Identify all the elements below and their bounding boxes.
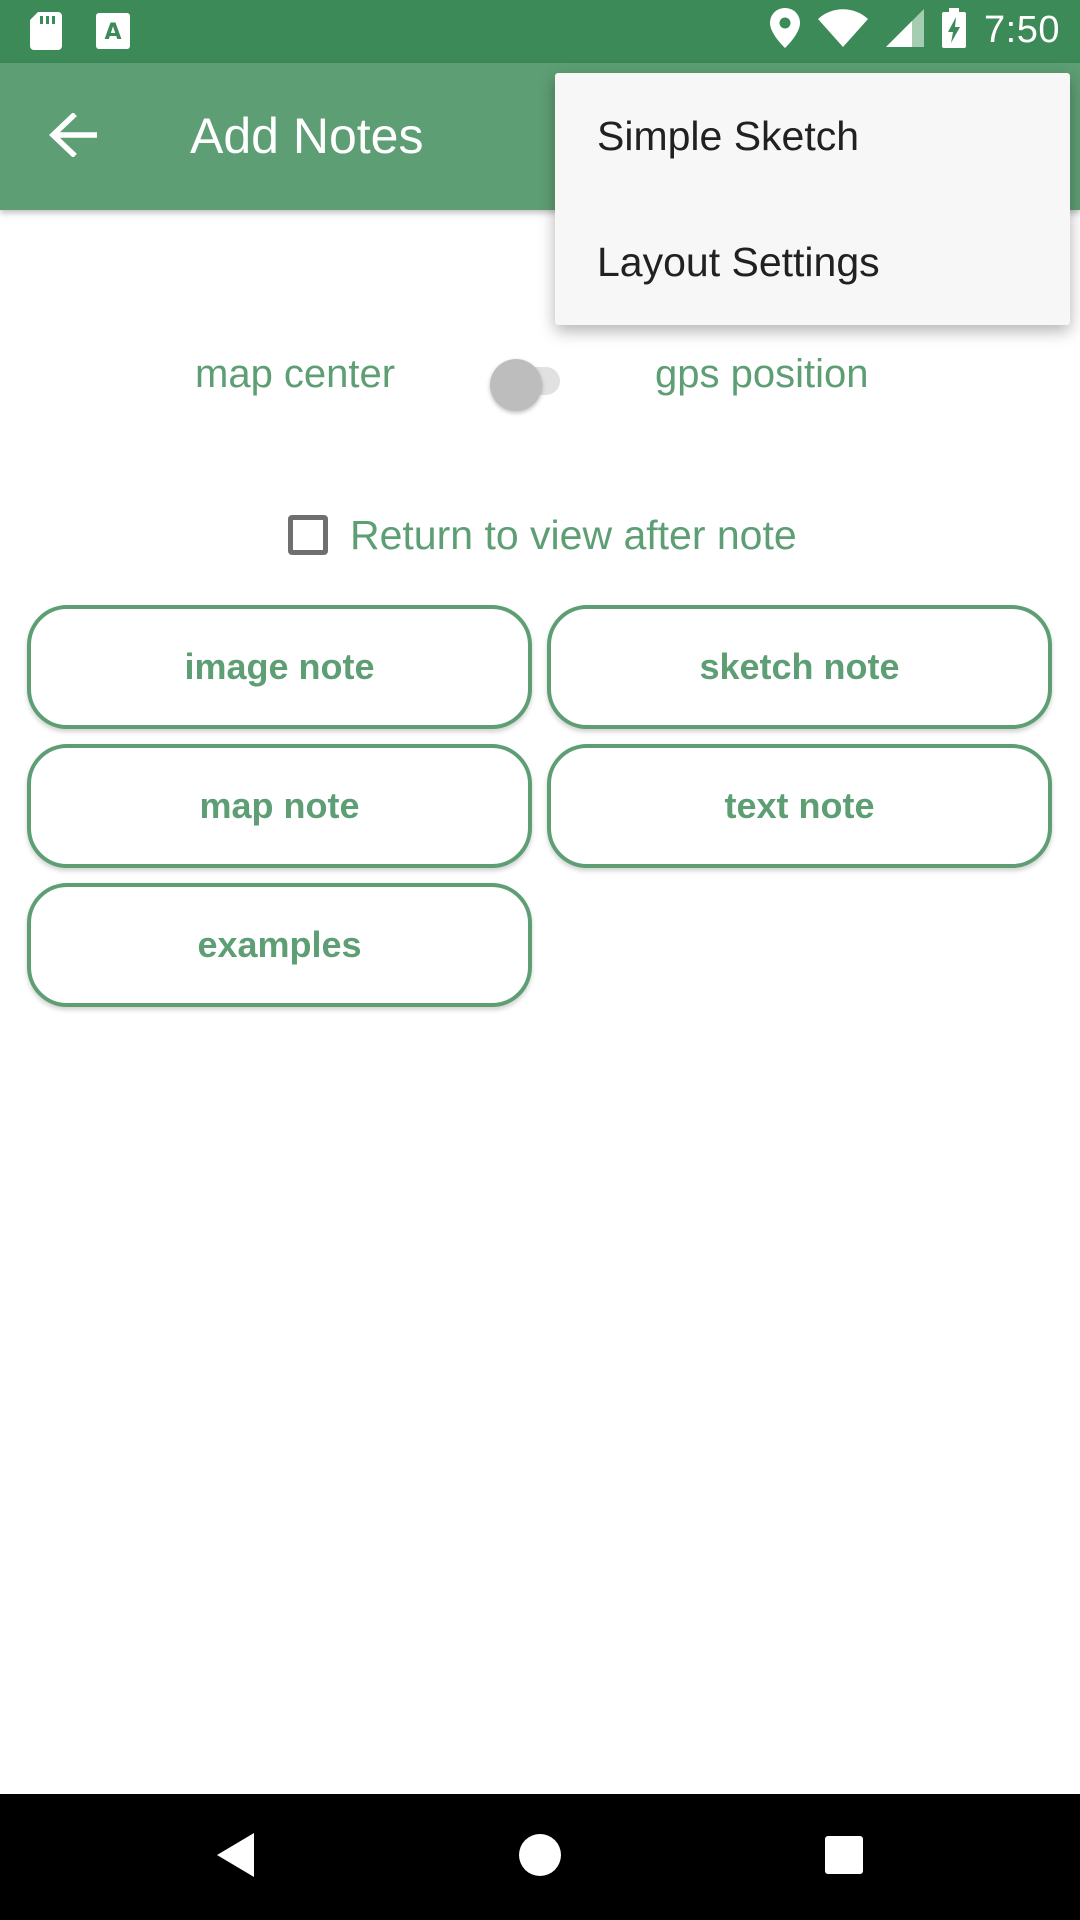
location-icon — [770, 8, 801, 53]
gps-position-label: gps position — [655, 352, 869, 396]
position-switch-row: map center gps position — [0, 330, 1080, 420]
svg-text:A: A — [104, 20, 121, 45]
wifi-icon — [818, 9, 869, 52]
nav-home-button[interactable] — [477, 1794, 603, 1920]
navigation-bar — [0, 1794, 1080, 1920]
return-to-view-label: Return to view after note — [350, 511, 797, 558]
switch-thumb — [490, 359, 542, 411]
recents-square-icon — [823, 1834, 865, 1881]
map-note-button[interactable]: map note — [27, 744, 532, 868]
image-note-button[interactable]: image note — [27, 605, 532, 729]
map-center-label: map center — [195, 352, 396, 396]
position-toggle-switch[interactable] — [490, 352, 570, 411]
status-left-icons: A — [30, 12, 130, 55]
return-to-view-checkbox-row[interactable]: Return to view after note — [288, 500, 797, 570]
nav-recents-button[interactable] — [781, 1794, 907, 1920]
status-right-icons: 7:50 — [770, 8, 1060, 53]
status-bar: A 7:50 — [0, 0, 1080, 63]
menu-item-simple-sketch[interactable]: Simple Sketch — [555, 73, 1070, 199]
back-button[interactable] — [36, 105, 110, 169]
nav-back-button[interactable] — [173, 1794, 299, 1920]
arrow-back-icon — [49, 111, 98, 162]
battery-charging-icon — [942, 8, 967, 53]
return-to-view-checkbox[interactable] — [288, 515, 328, 555]
text-note-button[interactable]: text note — [547, 744, 1052, 868]
sd-card-icon — [30, 12, 62, 55]
page-title: Add Notes — [190, 108, 424, 164]
sketch-note-button[interactable]: sketch note — [547, 605, 1052, 729]
signal-icon — [886, 9, 925, 52]
examples-button[interactable]: examples — [27, 883, 532, 1007]
overflow-menu: Simple Sketch Layout Settings — [555, 73, 1070, 325]
a-notification-icon: A — [96, 13, 130, 54]
home-circle-icon — [517, 1832, 563, 1883]
back-triangle-icon — [214, 1831, 258, 1884]
main-content: map center gps position Return to view a… — [0, 210, 1080, 1794]
menu-item-layout-settings[interactable]: Layout Settings — [555, 199, 1070, 325]
status-time: 7:50 — [984, 9, 1060, 51]
